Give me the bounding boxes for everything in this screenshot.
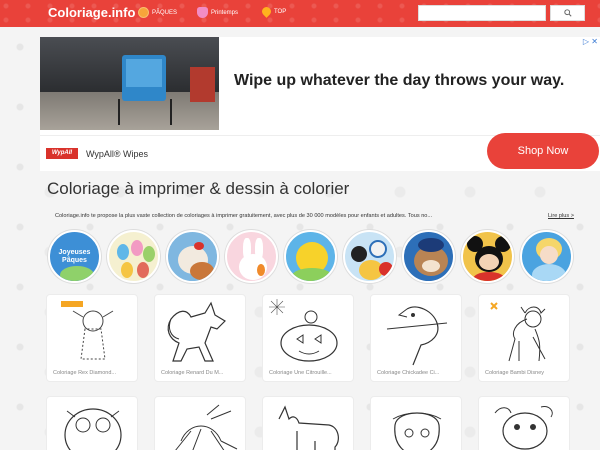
ad-brand-name[interactable]: WypAll® Wipes (86, 149, 148, 159)
category-circle-eggs[interactable] (107, 230, 160, 283)
category-circle-chick[interactable] (284, 230, 337, 283)
page-title: Coloriage à imprimer & dessin à colorier (47, 179, 350, 198)
coloring-thumbnail (167, 301, 226, 362)
nav-label: PÂQUES (152, 9, 178, 16)
card-label: Coloriage Bambi Disney (485, 370, 544, 376)
site-header: Coloriage.info PÂQUES Printemps TOP (0, 0, 600, 27)
coloring-thumbnail (269, 299, 338, 362)
ad-image (40, 37, 219, 130)
coloring-thumbnail (494, 406, 553, 450)
coloring-card[interactable]: Coloriage Une Citrouille... (262, 294, 354, 382)
nav-item-paques[interactable]: PÂQUES (138, 7, 177, 18)
search-button[interactable] (550, 5, 585, 21)
intro-text: Coloriage.info te propose la plus vaste … (55, 213, 433, 219)
nav-label: TOP (274, 8, 287, 15)
coloring-card[interactable] (370, 396, 462, 450)
coloring-card[interactable]: Coloriage Rex Diamond... (46, 294, 138, 382)
coloring-thumbnail (61, 301, 114, 360)
category-circle-disney-friends[interactable] (343, 230, 396, 283)
category-circle-paw-patrol[interactable] (402, 230, 455, 283)
category-circle-easter[interactable]: Joyeuses Pâques (48, 230, 101, 283)
advertisement-banner[interactable]: Wipe up whatever the day throws your way… (40, 37, 600, 171)
category-circle-cinderella[interactable] (520, 230, 573, 283)
card-label: Coloriage Une Citrouille... (269, 370, 332, 376)
card-label: Coloriage Rex Diamond... (53, 370, 116, 376)
search-icon (563, 9, 572, 17)
card-label: Coloriage Chickadee Ci... (377, 370, 440, 376)
coloring-card[interactable]: Coloriage Renard Du M... (154, 294, 246, 382)
coloring-thumbnail (386, 306, 448, 366)
coloring-thumbnail (64, 408, 122, 450)
ad-choices-close-icon[interactable]: ▷ ✕ (583, 37, 598, 46)
site-logo[interactable]: Coloriage.info (48, 5, 135, 20)
category-circle-bunny[interactable] (225, 230, 278, 283)
ad-brand-logo: WypAll (46, 148, 78, 159)
nav-label: Printemps (211, 9, 239, 16)
ad-headline[interactable]: Wipe up whatever the day throws your way… (234, 72, 564, 90)
nav-item-printemps[interactable]: Printemps (197, 7, 238, 18)
coloring-card[interactable]: Coloriage Bambi Disney (478, 294, 570, 382)
nav-item-top[interactable]: TOP (260, 5, 287, 18)
shop-now-button[interactable]: Shop Now (487, 133, 599, 169)
search-input[interactable] (418, 5, 546, 21)
fire-icon (260, 5, 273, 18)
coloring-card[interactable] (46, 396, 138, 450)
category-circle-chicken[interactable] (166, 230, 219, 283)
coloring-thumbnail (490, 302, 546, 362)
read-more-link[interactable]: Lire plus > (548, 213, 574, 219)
coloring-thumbnail (392, 412, 442, 450)
coloring-card[interactable] (154, 396, 246, 450)
coloring-thumbnail (175, 404, 238, 450)
coloring-card[interactable] (262, 396, 354, 450)
coloring-thumbnail (278, 405, 339, 450)
coloring-card[interactable]: Coloriage Chickadee Ci... (370, 294, 462, 382)
category-label: Joyeuses Pâques (58, 248, 91, 264)
coloring-card[interactable] (478, 396, 570, 450)
category-circle-mickey[interactable] (461, 230, 514, 283)
flower-icon (197, 7, 208, 18)
egg-icon (138, 7, 149, 18)
card-label: Coloriage Renard Du M... (161, 370, 224, 376)
